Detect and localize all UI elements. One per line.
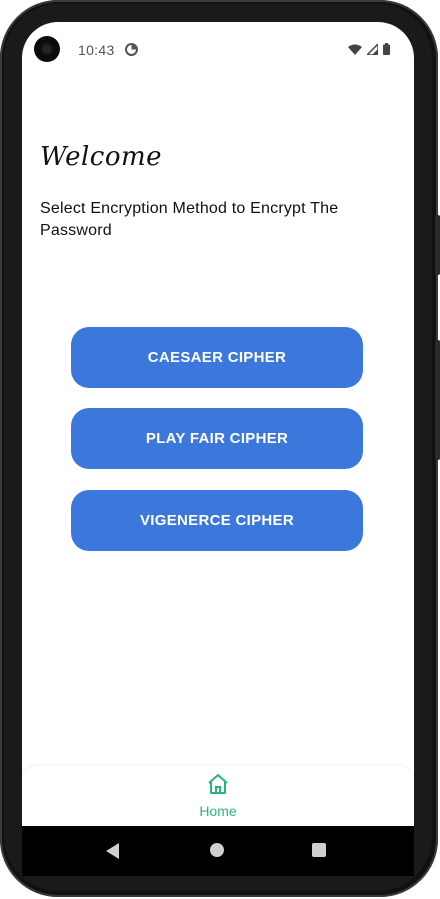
back-icon[interactable] bbox=[106, 843, 120, 864]
system-navigation-bar bbox=[22, 826, 414, 876]
bottom-navigation: Home bbox=[22, 766, 414, 826]
playfair-cipher-button[interactable]: PLAY FAIR CIPHER bbox=[71, 408, 363, 469]
data-saver-icon bbox=[125, 43, 138, 61]
status-time: 10:43 bbox=[78, 42, 115, 58]
status-icons bbox=[348, 42, 390, 60]
vigenere-cipher-button[interactable]: VIGENERCE CIPHER bbox=[71, 490, 363, 551]
nav-label-home: Home bbox=[199, 803, 237, 819]
battery-icon bbox=[383, 42, 390, 60]
app-screen: 10:43 Welcome Select Encryption Method t… bbox=[22, 22, 414, 826]
front-camera bbox=[34, 36, 60, 62]
welcome-heading: Welcome bbox=[40, 142, 163, 172]
status-bar: 10:43 bbox=[22, 22, 414, 78]
recents-icon[interactable] bbox=[312, 843, 326, 857]
signal-icon bbox=[365, 42, 379, 60]
home-button-icon[interactable] bbox=[210, 843, 224, 857]
home-icon bbox=[206, 772, 230, 801]
power-button bbox=[435, 340, 440, 460]
wifi-icon bbox=[348, 42, 362, 60]
nav-item-home[interactable]: Home bbox=[178, 772, 258, 824]
volume-button bbox=[435, 215, 440, 275]
instruction-text: Select Encryption Method to Encrypt The … bbox=[40, 200, 339, 239]
caesar-cipher-button[interactable]: CAESAER CIPHER bbox=[71, 327, 363, 388]
